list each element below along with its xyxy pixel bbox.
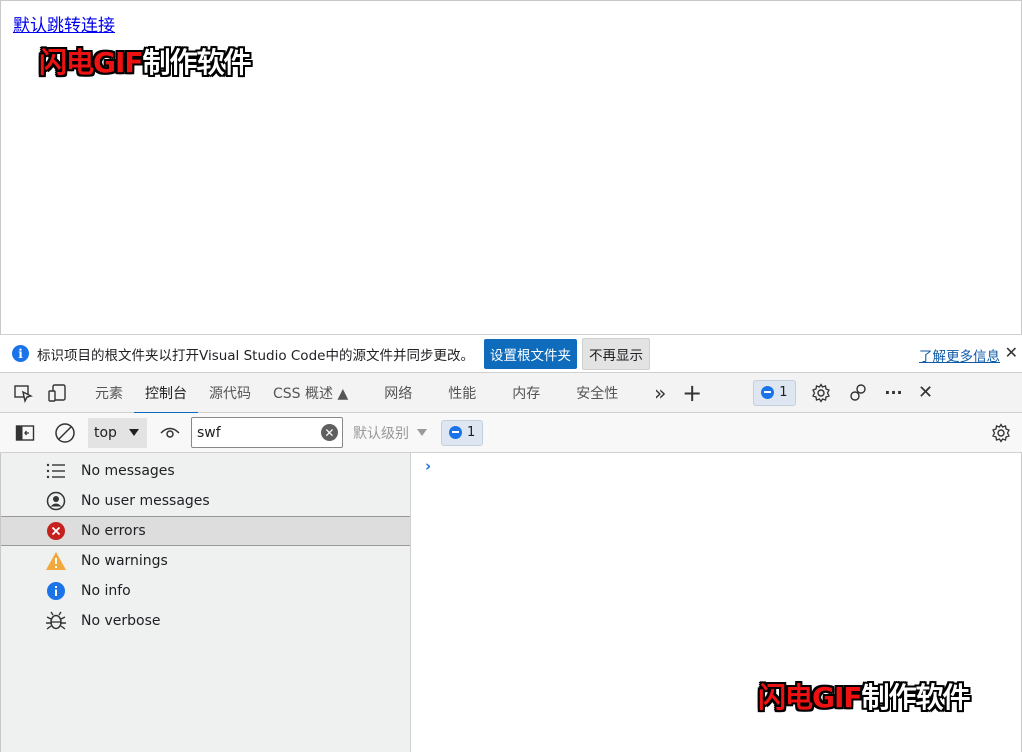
- sidebar-item-label: No user messages: [81, 493, 210, 509]
- sidebar-item-user-messages[interactable]: No user messages: [1, 486, 410, 516]
- dropdown-arrow-icon: [128, 425, 139, 441]
- filter-input-value: swf: [196, 424, 221, 441]
- tab-performance[interactable]: 性能: [437, 373, 487, 413]
- list-icon: [45, 460, 67, 482]
- console-toolbar: top swf ✕ 默认级别 1: [0, 413, 1022, 453]
- sidebar-item-label: No messages: [81, 463, 175, 479]
- tab-css-overview[interactable]: CSS 概述 ▲: [262, 373, 359, 413]
- sidebar-item-messages[interactable]: No messages: [1, 456, 410, 486]
- settings-gear-icon[interactable]: [806, 378, 836, 408]
- sidebar-item-errors[interactable]: No errors: [1, 516, 410, 546]
- sidebar-item-label: No verbose: [81, 613, 161, 629]
- context-selector-value: top: [94, 424, 117, 441]
- tab-sources[interactable]: 源代码: [198, 373, 262, 413]
- close-devtools-icon[interactable]: ✕: [911, 378, 941, 408]
- set-root-folder-button[interactable]: 设置根文件夹: [483, 338, 577, 369]
- live-expression-eye-icon[interactable]: [155, 418, 185, 448]
- sidebar-item-warnings[interactable]: No warnings: [1, 546, 410, 576]
- filter-input[interactable]: swf ✕: [190, 417, 343, 448]
- message-icon: [761, 386, 775, 399]
- device-emulation-icon[interactable]: [42, 378, 72, 408]
- clear-console-icon[interactable]: [50, 418, 80, 448]
- add-tab-icon[interactable]: +: [677, 378, 707, 408]
- page-viewport: 默认跳转连接 闪电GIF制作软件: [0, 0, 1022, 334]
- default-redirect-link[interactable]: 默认跳转连接: [13, 11, 115, 36]
- info-icon: i: [12, 345, 29, 362]
- log-level-dropdown[interactable]: 默认级别: [353, 423, 427, 443]
- dont-show-again-button[interactable]: 不再显示: [581, 337, 650, 370]
- log-level-label: 默认级别: [352, 425, 409, 442]
- sidebar-item-info[interactable]: No info: [1, 576, 410, 606]
- context-selector[interactable]: top: [88, 417, 147, 448]
- close-infobar-icon[interactable]: ✕: [1005, 343, 1018, 362]
- watermark-top: 闪电GIF制作软件: [39, 46, 252, 79]
- tab-security[interactable]: 安全性: [565, 373, 629, 413]
- tab-elements[interactable]: 元素: [84, 373, 134, 413]
- user-icon: [45, 490, 67, 512]
- devtools-main-toolbar: 元素 控制台 源代码 CSS 概述 ▲ 网络 性能 内存 安全性 » + 1 ·…: [0, 373, 1022, 414]
- more-options-icon[interactable]: ···: [879, 378, 909, 408]
- toggle-sidebar-icon[interactable]: [10, 418, 40, 448]
- tab-console[interactable]: 控制台: [134, 373, 198, 414]
- warning-icon: [45, 550, 67, 572]
- bug-icon: [45, 610, 67, 632]
- console-settings-icon[interactable]: [986, 418, 1016, 448]
- sidebar-item-label: No info: [81, 583, 131, 599]
- issues-badge[interactable]: 1: [753, 379, 796, 406]
- sidebar-item-verbose[interactable]: No verbose: [1, 606, 410, 636]
- sidebar-item-label: No warnings: [81, 553, 168, 569]
- sidebar-item-label: No errors: [81, 523, 146, 539]
- console-issues-badge[interactable]: 1: [440, 419, 484, 446]
- error-icon: [45, 520, 67, 542]
- console-sidebar: No messages No user messages No errors N…: [0, 453, 411, 752]
- workspace-infobar: i 标识项目的根文件夹以打开Visual Studio Code中的源文件并同步…: [0, 334, 1022, 373]
- feedback-icon[interactable]: [843, 378, 873, 408]
- watermark-bottom: 闪电GIF制作软件: [758, 681, 971, 714]
- tab-network[interactable]: 网络: [373, 373, 423, 413]
- learn-more-link[interactable]: 了解更多信息: [919, 345, 1000, 365]
- more-tabs-icon[interactable]: »: [645, 378, 675, 408]
- clear-filter-icon[interactable]: ✕: [320, 424, 338, 441]
- inspect-element-icon[interactable]: [8, 378, 38, 408]
- message-icon: [448, 426, 462, 439]
- infobar-message: 标识项目的根文件夹以打开Visual Studio Code中的源文件并同步更改…: [37, 347, 474, 364]
- tab-memory[interactable]: 内存: [501, 373, 551, 413]
- console-prompt[interactable]: ›: [425, 457, 431, 475]
- dropdown-arrow-icon: [416, 425, 427, 441]
- info-icon: [45, 580, 67, 602]
